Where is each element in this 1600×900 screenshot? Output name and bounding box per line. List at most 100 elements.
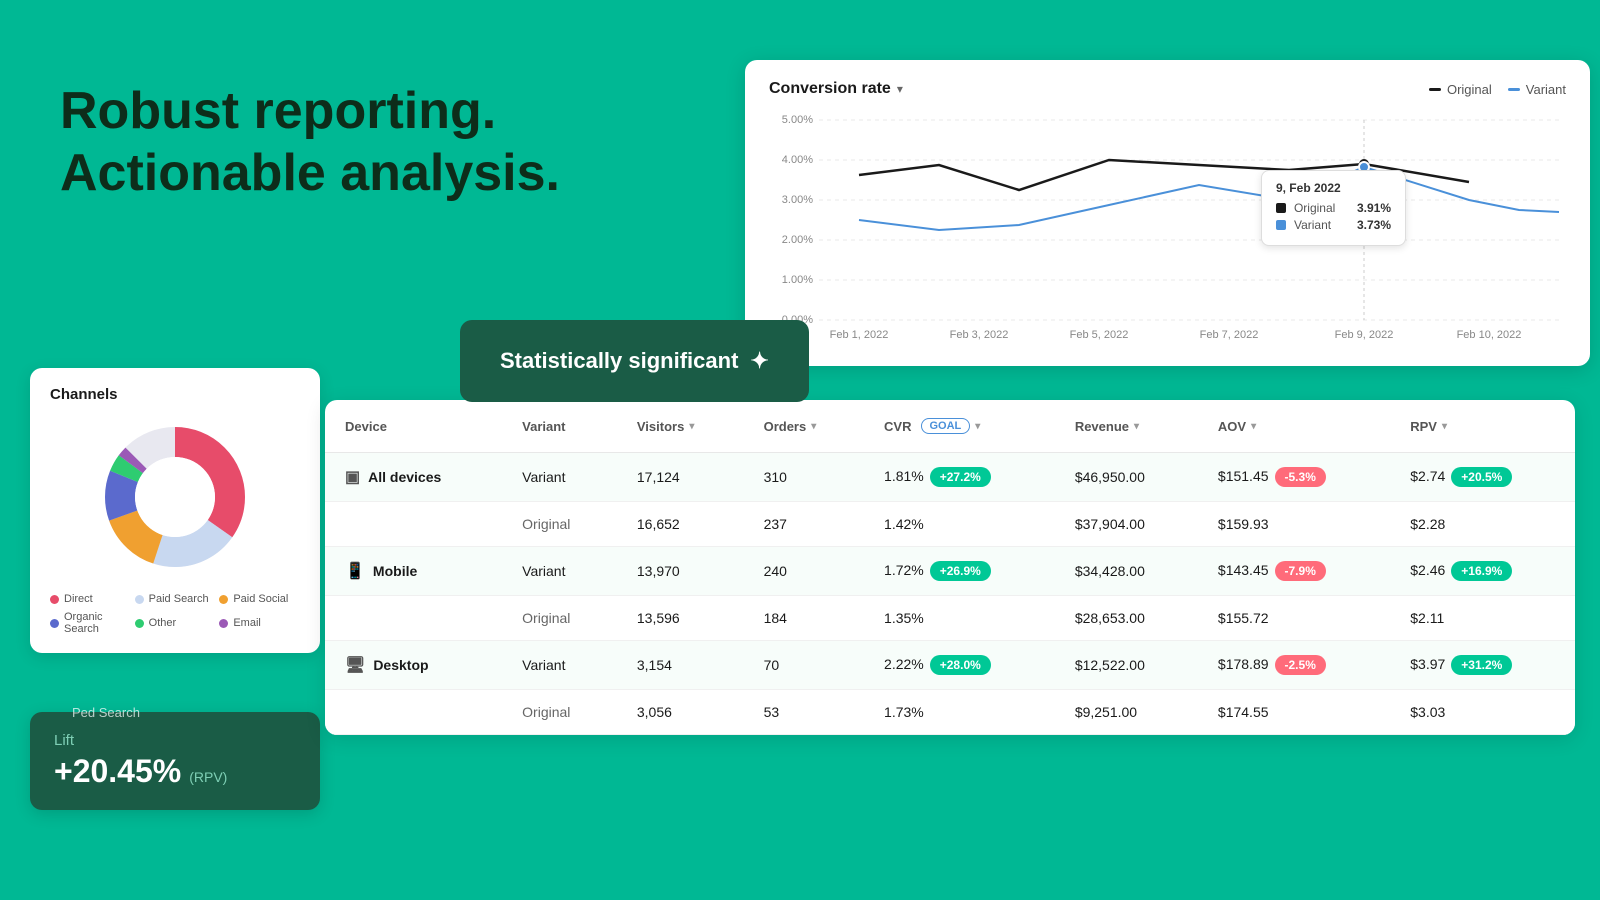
- tooltip-row-variant: Variant 3.73%: [1276, 218, 1391, 232]
- cvr-badge-0: +27.2%: [930, 467, 991, 487]
- rpv-value-3: $2.11: [1410, 610, 1444, 626]
- device-name-4: Desktop: [373, 657, 428, 673]
- cvr-sort-arrow: ▾: [975, 421, 980, 432]
- rpv-sort-arrow: ▾: [1442, 421, 1447, 432]
- table-row: ▣All devicesVariant17,1243101.81%+27.2%$…: [325, 453, 1575, 502]
- orders-sort-arrow: ▾: [811, 421, 816, 432]
- col-cvr-sort[interactable]: CVR GOAL ▾: [884, 418, 980, 434]
- legend-label-direct: Direct: [64, 593, 93, 605]
- svg-text:Feb 9, 2022: Feb 9, 2022: [1335, 329, 1394, 341]
- ped-search-label: Ped Search: [72, 705, 140, 720]
- legend-label-paid-social: Paid Social: [233, 593, 288, 605]
- chart-tooltip: 9, Feb 2022 Original 3.91% Variant 3.73%: [1261, 170, 1406, 246]
- col-aov-sort[interactable]: AOV ▾: [1218, 419, 1256, 434]
- col-orders-sort[interactable]: Orders ▾: [764, 419, 817, 434]
- cvr-value-1: 1.42%: [884, 516, 924, 532]
- svg-text:Feb 7, 2022: Feb 7, 2022: [1200, 329, 1259, 341]
- cell-device-0: ▣All devices: [325, 453, 502, 502]
- cell-orders-2: 240: [744, 547, 864, 596]
- cell-rpv-4: $3.97+31.2%: [1390, 641, 1575, 690]
- aov-value-0: $151.45: [1218, 468, 1269, 484]
- cvr-value-2: 1.72%: [884, 562, 924, 578]
- cell-visitors-3: 13,596: [617, 596, 744, 641]
- cell-variant-5: Original: [502, 690, 617, 735]
- legend-other: Other: [135, 611, 216, 635]
- tooltip-dot-original: [1276, 203, 1286, 213]
- channels-title: Channels: [50, 386, 300, 403]
- col-revenue: Revenue ▾: [1055, 400, 1198, 453]
- svg-text:Feb 1, 2022: Feb 1, 2022: [830, 329, 889, 341]
- aov-value-4: $178.89: [1218, 656, 1269, 672]
- tooltip-original-value: 3.91%: [1357, 201, 1391, 215]
- channels-legend: Direct Paid Search Paid Social Organic S…: [50, 593, 300, 635]
- channels-card: Channels Direct Paid: [30, 368, 320, 653]
- legend-email: Email: [219, 611, 300, 635]
- legend-original: Original: [1429, 82, 1492, 97]
- cell-revenue-2: $34,428.00: [1055, 547, 1198, 596]
- legend-dot-variant: [1508, 88, 1520, 91]
- variant-label-4: Variant: [522, 657, 565, 673]
- col-cvr: CVR GOAL ▾: [864, 400, 1055, 453]
- rpv-badge-2: +16.9%: [1451, 561, 1512, 581]
- table-row: Original13,5961841.35%$28,653.00$155.72$…: [325, 596, 1575, 641]
- cell-visitors-4: 3,154: [617, 641, 744, 690]
- legend-organic-search: Organic Search: [50, 611, 131, 635]
- legend-variant: Variant: [1508, 82, 1566, 97]
- cvr-value-4: 2.22%: [884, 656, 924, 672]
- cell-cvr-4: 2.22% +28.0%: [864, 641, 1055, 690]
- aov-value-1: $159.93: [1218, 516, 1269, 532]
- svg-text:4.00%: 4.00%: [782, 154, 813, 166]
- lift-value-row: +20.45% (RPV): [54, 753, 296, 790]
- cell-orders-5: 53: [744, 690, 864, 735]
- chart-dropdown-arrow[interactable]: ▾: [897, 82, 903, 96]
- cell-rpv-3: $2.11: [1390, 596, 1575, 641]
- hero-line2: Actionable analysis.: [60, 144, 560, 202]
- cell-variant-2: Variant: [502, 547, 617, 596]
- donut-svg: [95, 417, 255, 577]
- lift-value: +20.45%: [54, 753, 181, 790]
- cell-variant-3: Original: [502, 596, 617, 641]
- lift-card: Lift +20.45% (RPV): [30, 712, 320, 810]
- col-rpv-sort[interactable]: RPV ▾: [1410, 419, 1447, 434]
- cell-visitors-1: 16,652: [617, 502, 744, 547]
- tooltip-variant-value: 3.73%: [1357, 218, 1391, 232]
- device-name-0: All devices: [368, 469, 441, 485]
- svg-text:Feb 5, 2022: Feb 5, 2022: [1070, 329, 1129, 341]
- tooltip-dot-variant: [1276, 220, 1286, 230]
- aov-sort-arrow: ▾: [1251, 421, 1256, 432]
- cell-aov-5: $174.55: [1198, 690, 1390, 735]
- legend-variant-label: Variant: [1526, 82, 1566, 97]
- line-chart-svg: 5.00% 4.00% 3.00% 2.00% 1.00% 0.00% Feb …: [769, 110, 1566, 350]
- col-revenue-sort[interactable]: Revenue ▾: [1075, 419, 1139, 434]
- visitors-sort-arrow: ▾: [689, 421, 694, 432]
- cell-orders-0: 310: [744, 453, 864, 502]
- col-visitors: Visitors ▾: [617, 400, 744, 453]
- cvr-badge-4: +28.0%: [930, 655, 991, 675]
- data-table-panel: Device Variant Visitors ▾ Orders ▾: [325, 400, 1575, 735]
- col-variant: Variant: [502, 400, 617, 453]
- data-table: Device Variant Visitors ▾ Orders ▾: [325, 400, 1575, 735]
- cell-visitors-2: 13,970: [617, 547, 744, 596]
- variant-label-1: Original: [522, 516, 570, 532]
- col-visitors-sort[interactable]: Visitors ▾: [637, 419, 694, 434]
- cell-rpv-0: $2.74+20.5%: [1390, 453, 1575, 502]
- tooltip-date: 9, Feb 2022: [1276, 181, 1391, 195]
- aov-badge-0: -5.3%: [1275, 467, 1326, 487]
- cell-device-4: 🖥Desktop: [325, 641, 502, 690]
- rpv-value-1: $2.28: [1410, 516, 1445, 532]
- aov-badge-2: -7.9%: [1275, 561, 1326, 581]
- svg-text:1.00%: 1.00%: [782, 274, 813, 286]
- aov-value-2: $143.45: [1218, 562, 1269, 578]
- cell-aov-1: $159.93: [1198, 502, 1390, 547]
- cell-aov-2: $143.45 -7.9%: [1198, 547, 1390, 596]
- rpv-value-4: $3.97: [1410, 656, 1445, 672]
- cell-visitors-5: 3,056: [617, 690, 744, 735]
- chart-legend: Original Variant: [1429, 82, 1566, 97]
- tooltip-variant-label: Variant: [1294, 218, 1349, 232]
- legend-label-email: Email: [233, 617, 261, 629]
- cell-rpv-5: $3.03: [1390, 690, 1575, 735]
- cell-visitors-0: 17,124: [617, 453, 744, 502]
- svg-text:Feb 10, 2022: Feb 10, 2022: [1457, 329, 1522, 341]
- goal-badge: GOAL: [921, 418, 971, 434]
- col-aov: AOV ▾: [1198, 400, 1390, 453]
